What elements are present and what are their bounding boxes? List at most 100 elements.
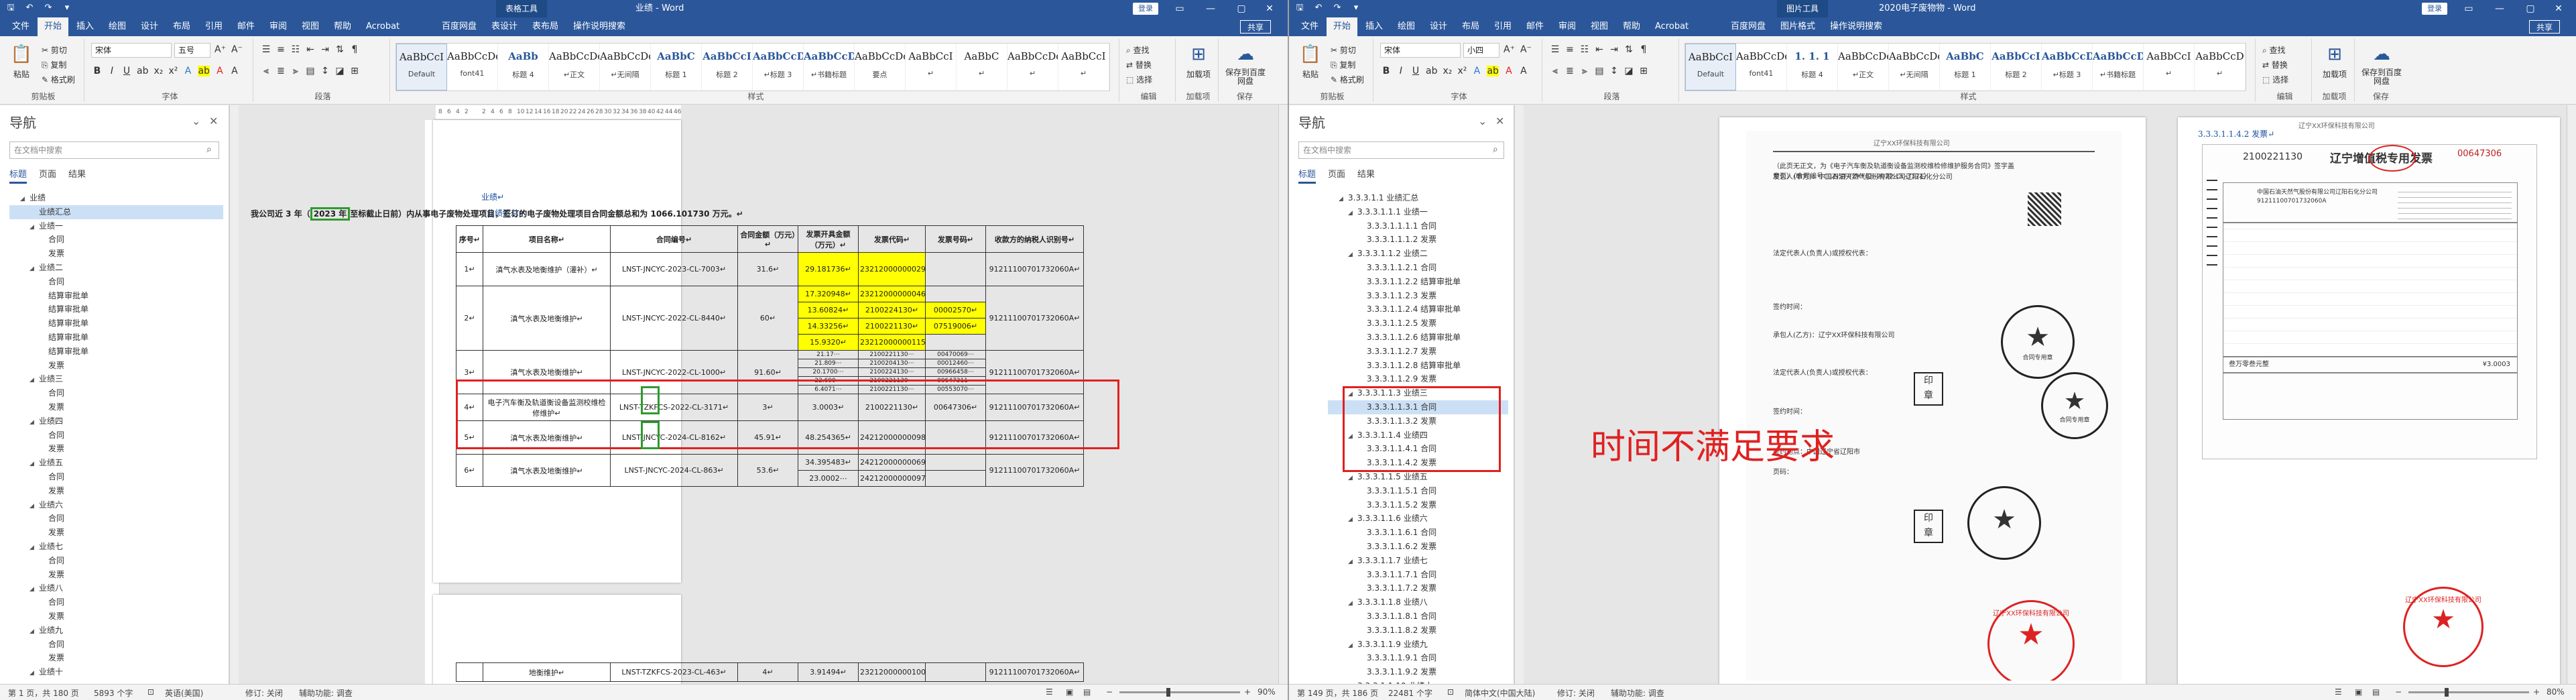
nav-tab-headings[interactable]: 标题 [1298, 167, 1316, 184]
nav-heading-item[interactable]: 发票 [9, 442, 223, 456]
nav-heading-item[interactable]: 3.3.3.1.1.8.2 发票 [1328, 624, 1508, 638]
style-item-7[interactable]: AaBbCcDd ↵标题 3 [753, 44, 804, 91]
nav-heading-item[interactable]: 发票 [9, 526, 223, 540]
customize-icon[interactable]: ▾ [1351, 3, 1361, 13]
nav-heading-item[interactable]: 发票 [9, 609, 223, 624]
taxpayer-id-cell[interactable]: 91211100701732060A↵ [985, 286, 1084, 351]
nav-tab-results[interactable]: 结果 [68, 167, 86, 184]
collapse-arrow-icon[interactable]: ◢ [1348, 639, 1357, 652]
justify-icon[interactable]: ▤ [1595, 66, 1604, 76]
contract-amount-cell[interactable]: 60↵ [737, 286, 798, 351]
font-color-icon[interactable]: A [215, 66, 225, 76]
nav-options-icon[interactable]: ⌄ [1478, 115, 1487, 127]
align-center-icon[interactable]: ≣ [276, 66, 286, 76]
multilevel-list-icon[interactable]: ☷ [1580, 44, 1589, 55]
invoice-number-cell[interactable]: 00002570↵ [925, 302, 986, 318]
style-item-3[interactable]: AaBbCcDd ↵正文 [549, 44, 600, 91]
justify-icon[interactable]: ▤ [306, 66, 315, 76]
contract-number-cell[interactable]: LNST-TZKFCS-2023-CL-463↵ [610, 662, 738, 682]
status-language[interactable]: 英语(美国) [165, 687, 203, 699]
doc-scrollbar[interactable] [2567, 105, 2576, 684]
nav-heading-item[interactable]: 合同 [9, 275, 223, 289]
ribbon-tab-1[interactable]: 开始 [38, 17, 69, 36]
invoice-code-cell[interactable]: 2421200000006916197↵ [858, 454, 926, 471]
invoice-number-cell[interactable]: 00966458⋯ [925, 367, 986, 377]
strikethrough-icon[interactable]: ab [137, 66, 148, 76]
collapse-arrow-icon[interactable]: ◢ [29, 541, 39, 554]
zoom-level[interactable]: 80% [2547, 687, 2565, 697]
save-to-baidu-button[interactable]: ☁ 保存到百度网盘 [1225, 42, 1266, 89]
table-header-cell[interactable]: 发票开具金额（万元）↵ [798, 225, 859, 253]
shrink-font-icon[interactable]: A⁻ [1520, 44, 1532, 55]
ribbon-display-icon[interactable]: ▭ [2453, 0, 2484, 17]
status-words[interactable]: 22481 个字 [1388, 687, 1432, 699]
invoice-amount-cell[interactable]: 15.9320↵ [798, 334, 859, 351]
style-item-12[interactable]: AaBbCcDd ↵ [1007, 44, 1058, 91]
decrease-indent-icon[interactable]: ⇤ [1595, 44, 1604, 55]
nav-heading-item[interactable]: 合同 [9, 386, 223, 400]
doc-scrollbar[interactable] [1278, 105, 1288, 684]
row-number-cell[interactable]: 1↵ [456, 252, 483, 286]
superscript-icon[interactable]: x² [1457, 66, 1467, 76]
status-track-changes[interactable]: 修订: 关闭 [1557, 687, 1595, 699]
collapse-arrow-icon[interactable]: ◢ [29, 221, 39, 233]
invoice-number-cell[interactable]: 00012460⋯ [925, 359, 986, 368]
nav-heading-item[interactable]: 3.3.3.1.1.6.1 合同 [1328, 526, 1508, 540]
ribbon-tab-6[interactable]: 引用 [198, 17, 229, 36]
zoom-slider-knob[interactable] [1166, 688, 1170, 697]
style-item-10[interactable]: AaBbCcD ↵ [2195, 44, 2246, 91]
nav-heading-item[interactable]: 3.3.3.1.1.2.4 结算审批单 [1328, 302, 1508, 316]
row-number-cell[interactable] [456, 662, 483, 682]
nav-heading-item[interactable]: ◢ 业绩八 [9, 581, 223, 595]
copy-button[interactable]: ⎘ 复制 [42, 59, 66, 70]
char-shading-icon[interactable]: A [230, 66, 239, 76]
style-item-9[interactable]: AaBbCcI ↵ [2144, 44, 2195, 91]
ribbon-tab-4[interactable]: 设计 [134, 17, 165, 36]
minimize-icon[interactable]: — [2484, 0, 2515, 17]
format-painter-button[interactable]: ✎ 格式刷 [42, 74, 75, 85]
nav-heading-item[interactable]: 结算审批单 [9, 345, 223, 359]
style-item-6[interactable]: AaBbCcI 标题 2 [702, 44, 753, 91]
ribbon-tab-11[interactable]: Acrobat [359, 17, 406, 36]
nav-search-icon[interactable]: ⌕ [206, 144, 212, 155]
zoom-level[interactable]: 90% [1258, 687, 1276, 697]
nav-heading-item[interactable]: ◢ 3.3.3.1.1 业绩汇总 [1328, 191, 1508, 205]
nav-heading-item[interactable]: ◢ 业绩 [9, 191, 223, 205]
style-item-3[interactable]: AaBbCcDd ↵正文 [1838, 44, 1889, 91]
nav-heading-item[interactable]: ◢ 3.3.3.1.1.5 业绩五 [1328, 470, 1508, 484]
font-size-select[interactable]: 五号 [174, 43, 210, 58]
save-icon[interactable]: 🖫 [1294, 3, 1305, 13]
collapse-arrow-icon[interactable]: ◢ [29, 625, 39, 638]
nav-heading-item[interactable]: 3.3.3.1.1.5.2 发票 [1328, 498, 1508, 512]
print-layout-icon[interactable]: ▣ [2355, 687, 2362, 697]
invoice-number-cell[interactable]: 07519006↵ [925, 318, 986, 335]
collapse-arrow-icon[interactable]: ◢ [29, 457, 39, 470]
nav-heading-item[interactable]: 合同 [9, 595, 223, 609]
project-name-cell[interactable]: 地衡维护↵ [483, 662, 611, 682]
align-left-icon[interactable]: ⫷ [1550, 66, 1560, 76]
ribbon-tab-8[interactable]: 审阅 [1552, 17, 1583, 36]
nav-heading-item[interactable]: 3.3.3.1.1.2.5 发票 [1328, 316, 1508, 331]
nav-heading-item[interactable]: 合同 [9, 554, 223, 568]
nav-tab-headings[interactable]: 标题 [9, 167, 27, 184]
maximize-icon[interactable]: ▢ [2515, 0, 2546, 17]
print-layout-icon[interactable]: ▣ [1066, 687, 1073, 697]
nav-heading-item[interactable]: 3.3.3.1.1.2.9 发票 [1328, 372, 1508, 386]
ribbon-tab-12[interactable]: 百度网盘 [435, 17, 483, 36]
collapse-arrow-icon[interactable]: ◢ [1348, 248, 1357, 261]
close-icon[interactable]: ✕ [2546, 0, 2571, 17]
nav-heading-item[interactable]: 合同 [9, 428, 223, 443]
shrink-font-icon[interactable]: A⁻ [231, 44, 243, 55]
font-color-icon[interactable]: A [1504, 66, 1514, 76]
style-item-8[interactable]: AaBbCcDd ↵书籍标题 [2093, 44, 2144, 91]
font-name-select[interactable]: 宋体 [1380, 43, 1461, 58]
status-accessibility[interactable]: 辅助功能: 调查 [299, 687, 353, 699]
ribbon-tab-4[interactable]: 设计 [1423, 17, 1454, 36]
taxpayer-id-cell[interactable]: 91211100701732060A↵ [985, 662, 1084, 682]
nav-heading-item[interactable]: 结算审批单 [9, 289, 223, 303]
ribbon-tab-0[interactable]: 文件 [1294, 17, 1325, 36]
nav-heading-item[interactable]: ◢ 3.3.3.1.1.2 业绩二 [1328, 247, 1508, 261]
line-spacing-icon[interactable]: ↕ [320, 66, 330, 76]
redo-icon[interactable]: ↷ [1332, 3, 1343, 13]
zoom-slider[interactable] [1119, 691, 1240, 693]
